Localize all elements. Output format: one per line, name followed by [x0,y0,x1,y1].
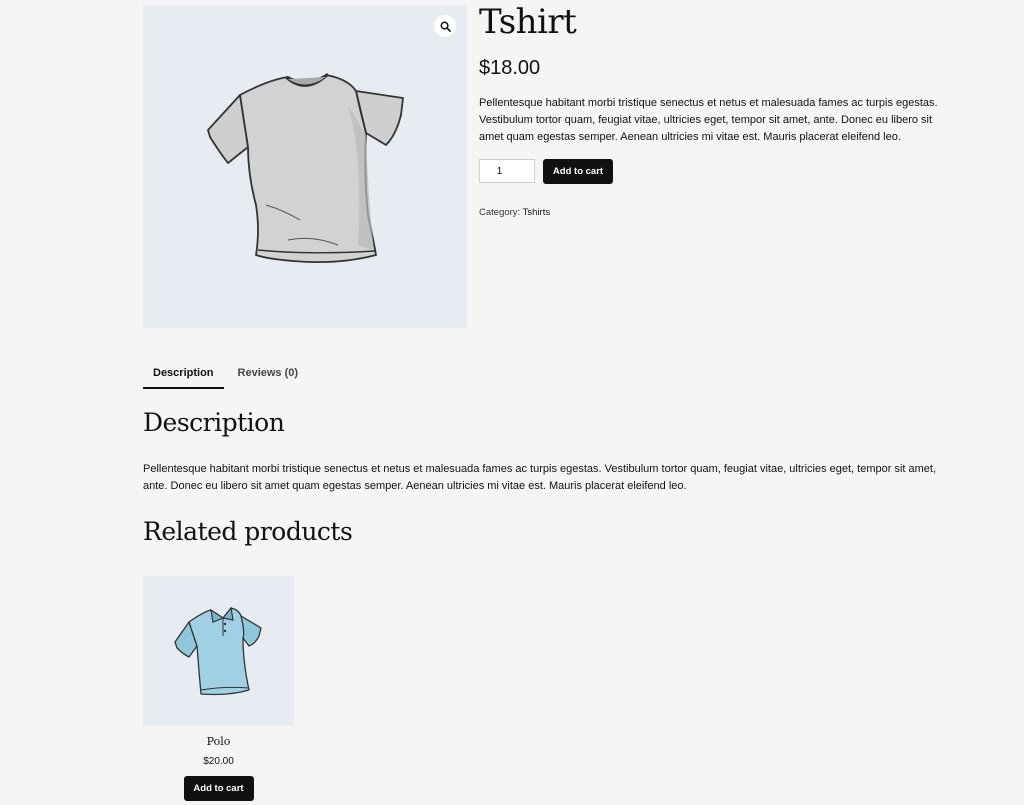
category-link[interactable]: Tshirts [523,207,550,218]
related-products-heading: Related products [143,517,353,546]
related-product-name[interactable]: Polo [143,735,294,748]
product-image[interactable] [143,5,467,328]
tshirt-illustration [207,72,404,264]
polo-illustration [174,606,262,696]
description-text: Pellentesque habitant morbi tristique se… [143,463,937,492]
search-icon [440,21,451,32]
category-label: Category: [479,207,523,218]
product-short-description: Pellentesque habitant morbi tristique se… [479,97,938,143]
add-to-cart-button[interactable]: Add to cart [543,159,613,184]
product-category: Category: Tshirts [479,207,550,218]
product-title: Tshirt [479,2,577,42]
tab-description[interactable]: Description [143,362,224,389]
product-price: $18.00 [479,57,541,79]
related-add-to-cart-button[interactable]: Add to cart [183,776,254,801]
product-tabs: Description Reviews (0) [143,362,308,389]
quantity-input[interactable] [479,159,535,183]
zoom-button[interactable] [434,15,456,37]
related-product-image[interactable] [143,576,294,726]
tab-reviews[interactable]: Reviews (0) [228,362,309,389]
description-heading: Description [143,408,285,437]
related-product-card: Polo $20.00 Add to cart [143,576,294,801]
related-product-price: $20.00 [203,756,234,767]
